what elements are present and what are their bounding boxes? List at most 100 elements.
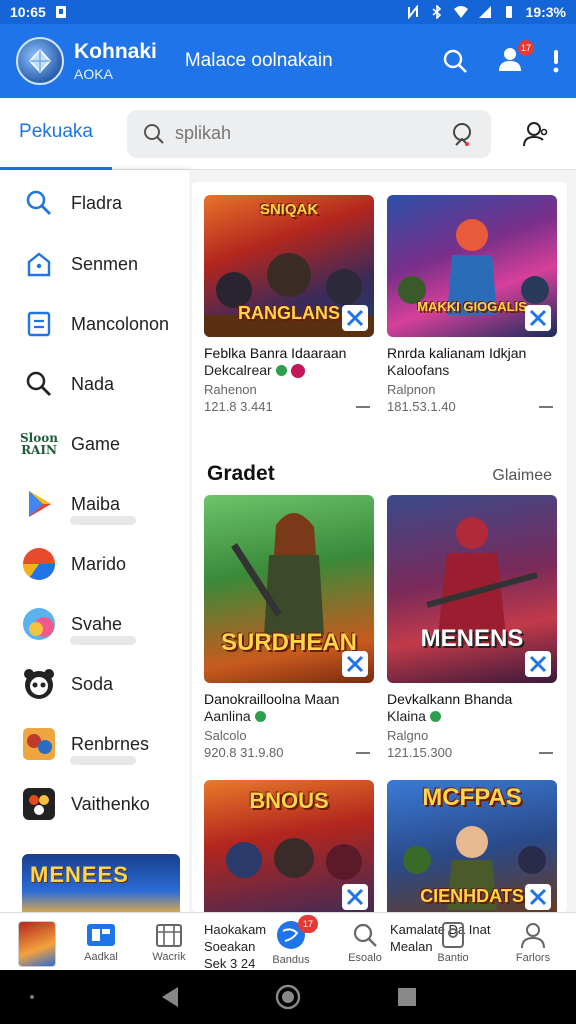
sidebar-item-1[interactable]: Senmen: [0, 234, 189, 294]
person-icon: [521, 922, 545, 948]
sidebar-item-2[interactable]: Mancolonon: [0, 294, 189, 354]
status-right-text: 19:3%: [525, 4, 566, 20]
header-subtitle: Malace oolnakain: [184, 50, 333, 71]
game-thumbnail: MCFPAS CIENHDATS: [387, 780, 557, 912]
sidebar-item-label: Soda: [71, 673, 114, 694]
more-dash-icon[interactable]: [539, 752, 553, 754]
banner-text: MENEES: [30, 862, 129, 887]
placeholder-bar: [70, 636, 136, 645]
card-number: 121.8 3.441: [204, 399, 273, 414]
panda-icon: [22, 667, 56, 701]
card-subtitle: Kaloofans: [387, 362, 450, 378]
card-subtitle: Klaina: [387, 708, 426, 724]
bluetooth-icon: [432, 5, 441, 19]
status-time: 10:65: [10, 4, 46, 20]
verified-icon: [254, 711, 266, 722]
search-box[interactable]: [127, 109, 491, 158]
game-thumbnail: SNIQAK RANGLANS: [204, 195, 374, 337]
more-dash-icon[interactable]: [539, 406, 553, 408]
nav-item-5[interactable]: Farlors: [510, 913, 556, 971]
sidebar-item-4[interactable]: Sloon RAIN Game: [0, 414, 189, 474]
game-card[interactable]: SNIQAK RANGLANS Feblka Banra Idaaraan De…: [204, 195, 374, 416]
card-title: Feblka Banra Idaaraan: [204, 345, 347, 361]
sidebar-item-3[interactable]: Nada: [0, 354, 189, 414]
sidebar-item-0[interactable]: Fladra: [0, 172, 189, 234]
app-logo[interactable]: [16, 37, 64, 85]
list-icon: [22, 307, 56, 341]
sidebar-item-label: Nada: [71, 373, 115, 394]
system-nav-buttons: [30, 984, 416, 1010]
colorful-app-icon: [22, 607, 56, 641]
more-vert-icon[interactable]: [552, 48, 560, 74]
nav-label: Bandus: [272, 953, 310, 966]
sidebar-item-10[interactable]: Vaithenko: [0, 774, 189, 834]
content-area: SNIQAK RANGLANS Feblka Banra Idaaraan De…: [189, 170, 576, 912]
account-button[interactable]: 17: [496, 39, 534, 77]
search-input[interactable]: [175, 123, 435, 144]
mini-player-thumbnail[interactable]: [18, 921, 56, 967]
tab-active[interactable]: Pekuaka: [0, 98, 112, 170]
app-header: Kohnaki AOKA Malace oolnakain 17: [0, 24, 576, 98]
notification-icon: [55, 6, 66, 18]
sidebar-promo-banner[interactable]: MENEES: [22, 854, 180, 912]
app-name: Kohnaki: [74, 40, 157, 63]
sidebar-item-8[interactable]: Soda: [0, 654, 189, 714]
nav-item-4[interactable]: Bantio: [430, 913, 476, 971]
mini-line-2: Soeakan: [204, 939, 256, 954]
card-subtitle: Aanlina: [204, 708, 251, 724]
search-row: Pekuaka: [0, 98, 576, 170]
sidebar-item-label: Senmen: [71, 253, 139, 274]
sidebar-item-label: Svahe: [71, 613, 123, 634]
calendar-icon: [156, 923, 182, 947]
nav-item-3[interactable]: Esoalo: [342, 913, 388, 971]
back-icon: [162, 987, 178, 1007]
crossed-tools-icon: [342, 884, 368, 910]
mini-player-info[interactable]: Haokakam Soeakan Sek 3 24: [204, 921, 266, 972]
game-card[interactable]: MENENS Devkalkann Bhanda Klaina Ralgno 1…: [387, 495, 557, 762]
system-navigation-bar: [0, 970, 576, 1024]
badge-icon: [442, 921, 464, 948]
sidebar-item-9[interactable]: Renbrnes: [0, 714, 189, 774]
game-card[interactable]: MCFPAS CIENHDATS: [387, 780, 557, 912]
game-card[interactable]: BNOUS: [204, 780, 374, 912]
nav-label: Aadkal: [84, 950, 118, 963]
mini-line-1: Haokakam: [204, 922, 267, 937]
nav-item-0[interactable]: Aadkal: [78, 913, 124, 971]
home-icon: [22, 247, 56, 281]
card-number: 920.8 31.9.80: [204, 745, 284, 760]
card-subtitle-row: Dekcalrear: [204, 362, 374, 379]
app-sub: AOKA: [74, 66, 113, 82]
search-icon: [144, 123, 164, 144]
art-title-text: MENENS: [420, 625, 524, 652]
sidebar-item-label: Fladra: [71, 192, 123, 213]
circle-app-icon: [22, 547, 56, 581]
sidebar-item-label: Marido: [71, 553, 127, 574]
sidebar-item-5[interactable]: Maiba: [0, 474, 189, 534]
sidebar-item-label: Vaithenko: [71, 793, 150, 814]
more-dash-icon[interactable]: [356, 406, 370, 408]
sidebar-item-label: Maiba: [71, 493, 121, 514]
section-more-link[interactable]: Glaimee: [492, 467, 552, 485]
nav-label: Farlors: [515, 951, 551, 964]
search-icon[interactable]: [442, 48, 468, 74]
card-meta: Ralpnon: [387, 382, 436, 397]
card-meta: Ralgno: [387, 728, 429, 743]
verified-icon: [275, 365, 287, 376]
game-card[interactable]: SURDHEAN Danokrailloolna Maan Aanlina Sa…: [204, 495, 374, 762]
crossed-tools-icon: [525, 651, 551, 677]
card-meta: Salcolo: [204, 728, 247, 743]
nav-item-1[interactable]: Wacrik: [146, 913, 192, 971]
verified-icon: [429, 711, 441, 722]
sidebar-item-7[interactable]: Svahe: [0, 594, 189, 654]
game-thumbnail: MENENS: [387, 495, 557, 683]
game-card[interactable]: MAKKI GIOGALIS Rnrda kalianam Idkjan Kal…: [387, 195, 557, 416]
visual-search-icon[interactable]: [449, 121, 475, 147]
video-icon: [87, 923, 115, 946]
wifi-icon: [453, 6, 468, 18]
game-thumb-icon: [22, 727, 56, 761]
sidebar-item-6[interactable]: Marido: [0, 534, 189, 594]
more-dash-icon[interactable]: [356, 752, 370, 754]
card-subtitle-row: Aanlina: [204, 708, 374, 725]
content-panel: SNIQAK RANGLANS Feblka Banra Idaaraan De…: [192, 182, 567, 912]
profile-settings-icon[interactable]: [522, 120, 550, 148]
